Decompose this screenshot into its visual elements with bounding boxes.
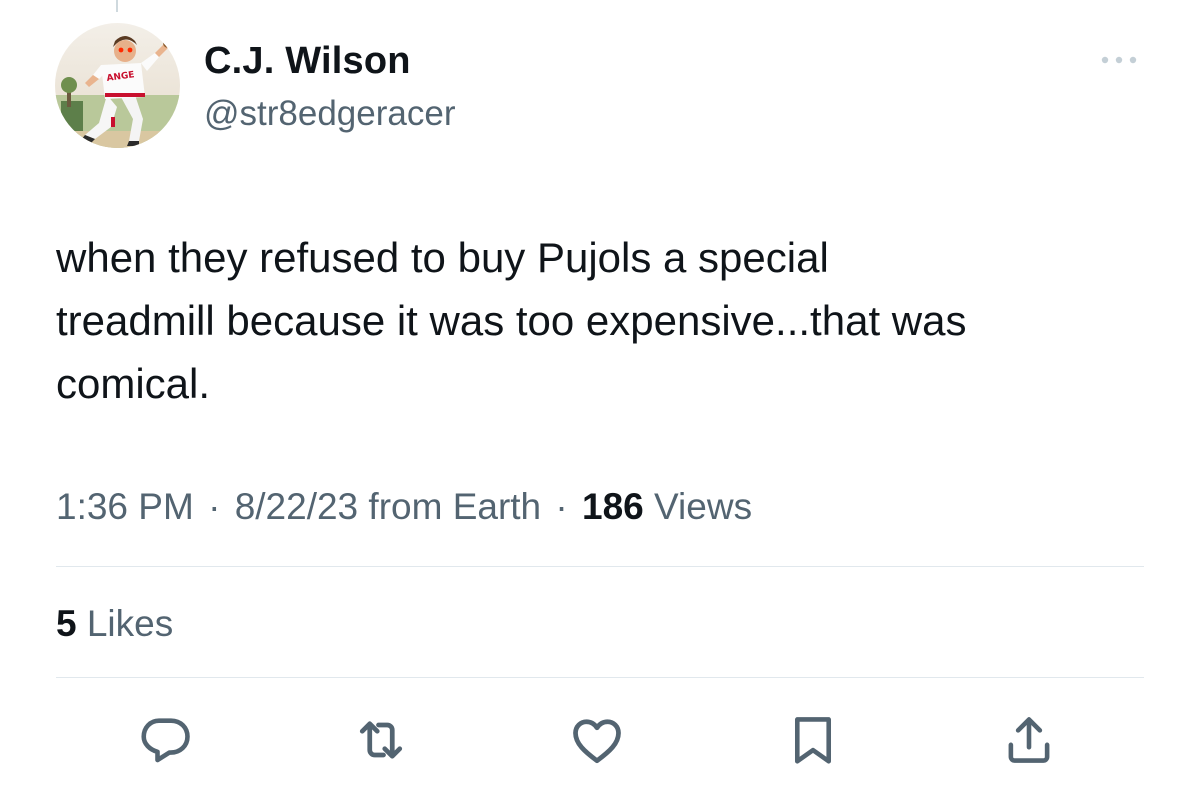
tweet-metadata: 1:36 PM · 8/22/23 from Earth · 186 Views — [56, 486, 752, 528]
heart-icon — [573, 719, 621, 764]
tweet-source: from Earth — [368, 486, 542, 527]
like-button[interactable] — [567, 710, 627, 770]
avatar[interactable]: ANGE — [55, 23, 180, 148]
tweet-date[interactable]: 8/22/23 — [235, 486, 358, 527]
bookmark-button[interactable] — [783, 710, 843, 770]
reply-bubble-icon — [141, 718, 190, 763]
retweet-icon — [359, 721, 403, 759]
likes-stat[interactable]: 5 Likes — [56, 603, 173, 645]
divider — [56, 677, 1144, 678]
divider — [56, 566, 1144, 567]
tweet-text: when they refused to buy Pujols a specia… — [56, 234, 967, 407]
meta-separator: · — [208, 486, 221, 527]
reply-button[interactable] — [135, 710, 195, 770]
views-count: 186 — [582, 486, 644, 527]
share-icon — [1008, 717, 1050, 763]
author-handle[interactable]: @str8edgeracer — [204, 94, 455, 134]
tweet-time[interactable]: 1:36 PM — [56, 486, 194, 527]
bookmark-icon — [794, 717, 832, 764]
likes-label: Likes — [86, 603, 174, 644]
views-label: Views — [654, 486, 753, 527]
avatar-image: ANGE — [55, 23, 180, 148]
retweet-button[interactable] — [351, 710, 411, 770]
more-options-button[interactable] — [1095, 48, 1143, 72]
likes-count: 5 — [56, 603, 77, 644]
more-dots-icon — [1101, 56, 1137, 64]
tweet-detail: ANGE C.J. Wilson @str8edgeracer when the… — [0, 0, 1200, 797]
thread-connector-line — [116, 0, 118, 12]
share-button[interactable] — [999, 710, 1059, 770]
author-display-name[interactable]: C.J. Wilson — [204, 40, 411, 83]
meta-separator: · — [555, 486, 568, 527]
